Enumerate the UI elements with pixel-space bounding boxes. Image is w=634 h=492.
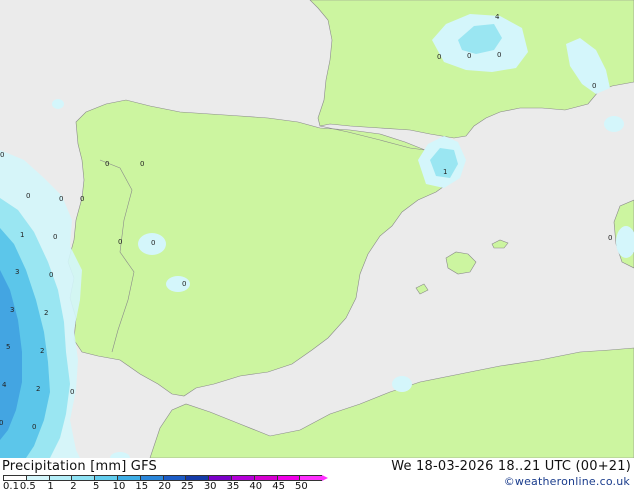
scale-tick-label: 25 [181, 481, 194, 492]
map-title: Precipitation [mm] GFS [2, 459, 157, 474]
scale-tick-label: 1 [47, 481, 54, 492]
point-value: 0 [26, 192, 30, 200]
scale-tick-label: 0.5 [19, 481, 36, 492]
scale-tick-label: 5 [93, 481, 100, 492]
forecast-datetime: We 18-03-2026 18..21 UTC (00+21) [391, 459, 631, 474]
point-value: 0 [151, 239, 155, 247]
scale-tick-label: 20 [158, 481, 171, 492]
scale-tick-label: 2 [70, 481, 77, 492]
precipitation-color-scale: 0.1 0.5 1 2 5 10 15 20 25 30 35 40 45 50 [3, 475, 329, 492]
point-value: 0 [497, 51, 501, 59]
scale-tick-label: 15 [135, 481, 149, 492]
point-value: 0 [0, 419, 3, 427]
point-value: 0 [105, 160, 109, 168]
scale-tick-label: 35 [226, 481, 240, 492]
map-footer: Precipitation [mm] GFS We 18-03-2026 18.… [0, 458, 634, 492]
point-value: 1 [443, 168, 447, 176]
point-value: 3 [10, 306, 14, 314]
scale-tick-label: 10 [112, 481, 126, 492]
point-value: 0 [80, 195, 84, 203]
point-value: 2 [36, 385, 40, 393]
point-value: 0 [467, 52, 471, 60]
point-value: 0 [49, 271, 53, 279]
point-value: 2 [40, 347, 44, 355]
precip-cell-alboran [392, 376, 412, 392]
precip-cell-nw [52, 99, 64, 109]
scale-tick-label: 0.1 [3, 481, 19, 492]
point-value: 1 [20, 231, 24, 239]
precip-cell-sea [604, 116, 624, 132]
scale-arrow [322, 475, 329, 481]
point-value: 0 [608, 234, 612, 242]
point-value: 0 [592, 82, 596, 90]
site-credit[interactable]: ©weatheronline.co.uk [504, 475, 630, 488]
point-value: 5 [6, 343, 10, 351]
scale-tick-label: 30 [203, 481, 217, 492]
point-value: 0 [437, 53, 441, 61]
precipitation-map: 4 0 0 0 0 1 0 0 0 1 0 0 0 0 0 3 0 2 3 2 … [0, 0, 634, 458]
scale-tick-label: 50 [295, 481, 308, 492]
point-value: 4 [2, 381, 7, 389]
scale-tick-label: 40 [249, 481, 263, 492]
point-value: 0 [59, 195, 63, 203]
map-canvas: 4 0 0 0 0 1 0 0 0 1 0 0 0 0 0 3 0 2 3 2 … [0, 0, 634, 458]
point-value: 4 [495, 13, 500, 21]
point-value: 0 [140, 160, 144, 168]
point-value: 0 [53, 233, 57, 241]
point-value: 0 [70, 388, 74, 396]
point-value: 0 [32, 423, 36, 431]
point-value: 0 [182, 280, 186, 288]
point-value: 3 [15, 268, 19, 276]
point-value: 2 [44, 309, 48, 317]
scale-tick-label: 45 [272, 481, 285, 492]
point-value: 0 [118, 238, 122, 246]
point-value: 0 [0, 151, 4, 159]
